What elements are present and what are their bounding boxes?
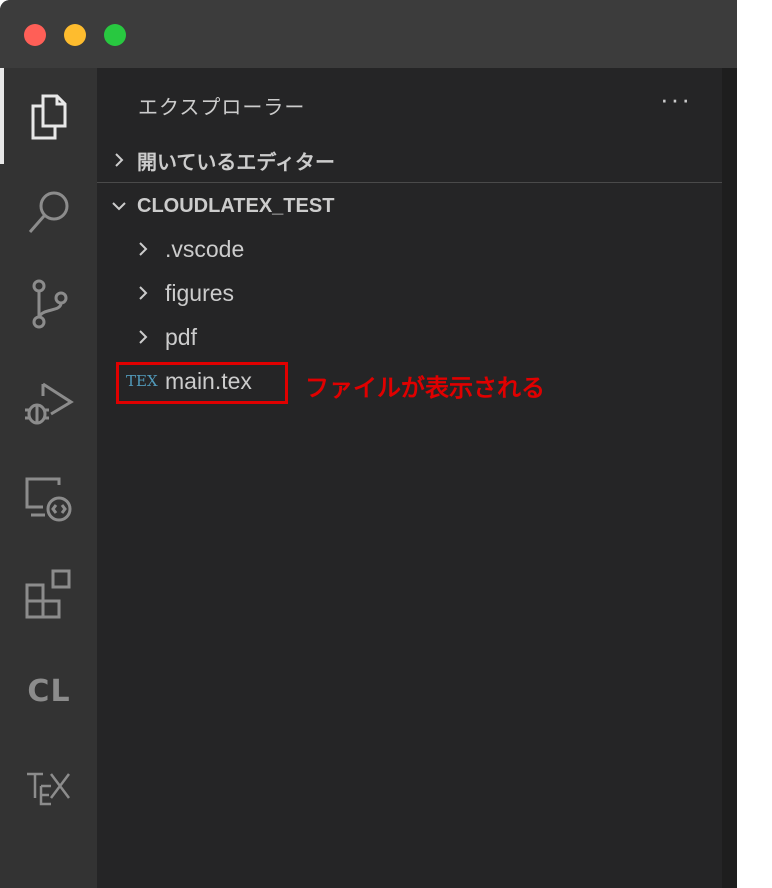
cloudlatex-button[interactable]: CL	[18, 660, 80, 722]
chevron-down-icon	[109, 196, 129, 216]
section-divider	[97, 182, 722, 183]
chevron-right-icon	[133, 239, 153, 259]
search-icon	[28, 191, 69, 233]
section-label-workspace: CLOUDLATEX_TEST	[137, 194, 335, 217]
tree-item-vscode[interactable]: .vscode	[97, 227, 722, 271]
tree-item-figures[interactable]: figures	[97, 271, 722, 315]
highlight-box	[116, 362, 288, 404]
active-indicator	[0, 68, 4, 164]
zoom-window-button[interactable]	[104, 24, 126, 46]
tree-item-label: pdf	[165, 323, 197, 350]
extensions-button[interactable]	[18, 562, 80, 624]
tex-button[interactable]	[18, 755, 80, 817]
tex-icon	[27, 772, 70, 806]
minimize-window-button[interactable]	[64, 24, 86, 46]
tree-item-label: figures	[165, 279, 235, 306]
chevron-right-icon	[133, 283, 153, 303]
chevron-right-icon	[133, 327, 153, 347]
extensions-icon	[25, 569, 71, 619]
sidebar-title: エクスプローラー	[138, 97, 306, 119]
annotation-text: ファイルが表示される	[305, 375, 545, 402]
chevron-right-icon	[109, 150, 129, 170]
remote-explorer-icon	[25, 477, 72, 522]
run-debug-button[interactable]	[18, 371, 80, 433]
section-label-open-editors: 開いているエディター	[137, 151, 335, 174]
files-icon	[31, 94, 67, 140]
open-editors-section-header[interactable]: 開いているエディター	[97, 140, 722, 180]
more-actions-button[interactable]: ···	[660, 84, 692, 115]
editor-area-edge	[722, 68, 737, 888]
tree-item-label: .vscode	[165, 235, 245, 262]
explorer-button[interactable]	[18, 85, 80, 147]
tree-item-pdf[interactable]: pdf	[97, 315, 722, 359]
workspace-section-header[interactable]: CLOUDLATEX_TEST	[97, 186, 722, 226]
source-control-button[interactable]	[18, 273, 80, 335]
vscode-window: CL エクスプローラー ··· 開いているエディター CLOUDLATEX_TE…	[0, 0, 737, 888]
remote-explorer-button[interactable]	[18, 468, 80, 530]
cloudlatex-icon: CL	[27, 673, 71, 709]
search-button[interactable]	[18, 181, 80, 243]
close-window-button[interactable]	[24, 24, 46, 46]
run-debug-icon	[25, 382, 74, 425]
activity-bar: CL	[0, 68, 97, 888]
explorer-sidebar: エクスプローラー ··· 開いているエディター CLOUDLATEX_TEST …	[97, 68, 722, 888]
source-control-icon	[32, 279, 68, 329]
title-bar	[0, 0, 737, 68]
